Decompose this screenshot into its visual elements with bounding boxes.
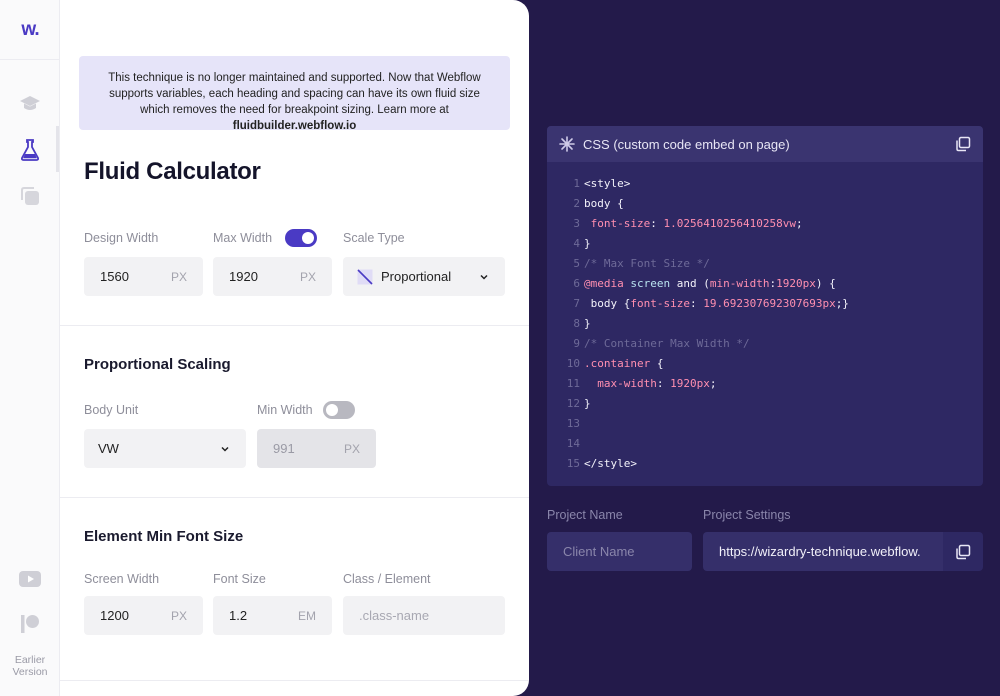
notice-text: This technique is no longer maintained a…: [108, 72, 481, 116]
max-width-label: Max Width: [213, 231, 273, 245]
code-line: 15 </style>: [566, 457, 637, 470]
unit-px: PX: [299, 269, 316, 284]
max-width-value: 1920: [229, 269, 258, 284]
page-title: Fluid Calculator: [84, 158, 261, 185]
chevron-down-icon: [221, 446, 229, 452]
asterisk-icon: [559, 136, 575, 152]
class-element-placeholder: .class-name: [359, 608, 430, 623]
element-min-font-title: Element Min Font Size: [84, 528, 244, 545]
screen-width-input[interactable]: 1200 PX: [84, 596, 203, 635]
scale-type-label: Scale Type: [343, 231, 405, 245]
screen-width-label: Screen Width: [84, 572, 160, 586]
body-unit-label: Body Unit: [84, 403, 139, 417]
body-unit-select[interactable]: VW: [84, 429, 246, 468]
font-size-value: 1.2: [229, 608, 248, 623]
unit-px: PX: [343, 441, 360, 456]
code-line: 6 @media screen and (min-width:1920px) {: [573, 277, 836, 290]
body-unit-value: VW: [98, 441, 119, 456]
screen-width-value: 1200: [100, 608, 129, 623]
code-line: 4}: [573, 237, 591, 250]
graduation-cap-icon[interactable]: [18, 92, 42, 116]
logo[interactable]: w.: [0, 0, 60, 60]
scale-type-select[interactable]: Proportional: [343, 257, 505, 296]
code-line: 7 body {font-size: 19.692307692307693px;…: [573, 297, 849, 310]
chevron-down-icon: [480, 274, 488, 280]
copy-url-button[interactable]: [943, 532, 983, 571]
design-width-input[interactable]: 1560 PX: [84, 257, 203, 296]
project-name-label: Project Name: [547, 508, 623, 522]
youtube-icon[interactable]: [18, 567, 42, 591]
project-settings-label: Project Settings: [703, 508, 791, 522]
design-width-value: 1560: [100, 269, 129, 284]
font-size-input[interactable]: 1.2 EM: [213, 596, 332, 635]
copy-icon: [956, 544, 971, 559]
proportional-scaling-title: Proportional Scaling: [84, 356, 231, 373]
copy-icon[interactable]: [955, 136, 971, 152]
code-header: CSS (custom code embed on page): [547, 126, 983, 162]
code-line: 11 max-width: 1920px;: [566, 377, 717, 390]
patreon-icon[interactable]: [18, 612, 42, 636]
proportional-icon: [357, 268, 373, 285]
code-line: 14: [566, 437, 580, 450]
min-width-toggle[interactable]: [323, 401, 355, 419]
code-line: 1 <style>: [573, 177, 631, 190]
code-content[interactable]: 1 <style> 2 body { 3 font-size: 1.02564102…: [547, 162, 983, 474]
css-code-panel: CSS (custom code embed on page) 1 <style>…: [547, 126, 983, 486]
min-width-value: 991: [273, 441, 295, 456]
code-line: 5/* Max Font Size */: [573, 257, 710, 270]
code-line: 9/* Container Max Width */: [573, 337, 750, 350]
code-line: 13: [566, 417, 580, 430]
font-size-label: Font Size: [213, 572, 266, 586]
class-element-label: Class / Element: [343, 572, 431, 586]
divider: [60, 325, 529, 326]
deprecation-notice: This technique is no longer maintained a…: [79, 56, 510, 132]
divider: [60, 680, 529, 681]
project-settings-value: https://wizardry-technique.webflow.: [719, 544, 921, 559]
flask-icon[interactable]: [18, 138, 42, 162]
settings-panel: w. Earlier Version This technique is no l…: [0, 0, 529, 696]
max-width-toggle[interactable]: [285, 229, 317, 247]
copy-stack-icon[interactable]: [18, 184, 42, 208]
active-indicator: [56, 126, 59, 172]
unit-em: EM: [298, 608, 316, 623]
class-element-input[interactable]: .class-name: [343, 596, 505, 635]
code-title: CSS (custom code embed on page): [583, 136, 790, 152]
code-line: 10 .container {: [566, 357, 664, 370]
unit-px: PX: [170, 269, 187, 284]
code-line: 2 body {: [573, 197, 624, 210]
project-name-input[interactable]: Client Name: [547, 532, 692, 571]
code-line: 12}: [566, 397, 591, 410]
max-width-input[interactable]: 1920 PX: [213, 257, 332, 296]
min-width-label: Min Width: [257, 403, 313, 417]
unit-px: PX: [170, 608, 187, 623]
project-name-placeholder: Client Name: [563, 544, 635, 559]
project-settings-input[interactable]: https://wizardry-technique.webflow.: [703, 532, 943, 571]
notice-link[interactable]: fluidbuilder.webflow.io: [233, 120, 357, 132]
code-line: 3 font-size: 1.0256410256410258vw;: [573, 217, 803, 230]
earlier-version-link[interactable]: Earlier Version: [0, 654, 60, 678]
scale-type-value: Proportional: [381, 269, 452, 284]
divider: [60, 497, 529, 498]
design-width-label: Design Width: [84, 231, 159, 245]
min-width-input: 991 PX: [257, 429, 376, 468]
code-line: 8}: [573, 317, 591, 330]
side-rail: w. Earlier Version: [0, 0, 60, 696]
